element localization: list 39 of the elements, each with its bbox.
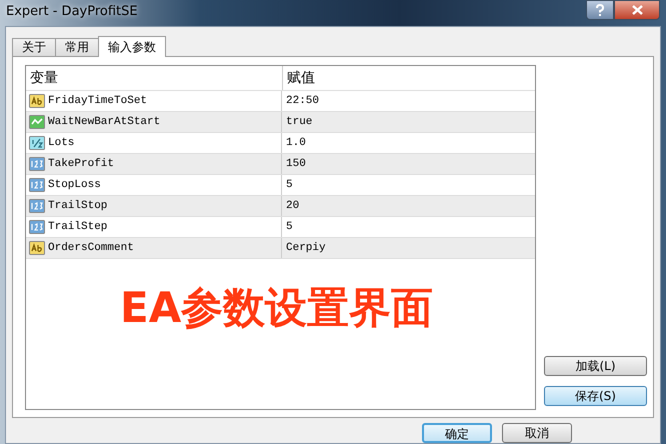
variable-name: StopLoss	[48, 179, 101, 191]
dialog-button[interactable]: 取消	[502, 423, 572, 443]
column-header: 赋值	[286, 69, 316, 88]
variable-name: OrdersComment	[48, 242, 134, 254]
fraction-type-icon	[29, 136, 45, 150]
variable-value[interactable]: 1.0	[286, 137, 306, 149]
variable-name: TrailStep	[48, 221, 108, 233]
variable-value[interactable]: 5	[286, 221, 293, 233]
variable-name: TakeProfit	[48, 158, 114, 170]
variable-name: TrailStop	[48, 200, 108, 212]
tab[interactable]: 关于	[12, 38, 56, 56]
close-icon	[632, 5, 642, 15]
checkmark-type-icon	[29, 115, 45, 129]
column-header: 变量	[26, 66, 283, 90]
variable-value[interactable]: 22:50	[286, 95, 320, 107]
variable-name: WaitNewBarAtStart	[48, 116, 160, 128]
variable-value[interactable]: 150	[286, 158, 306, 170]
number-type-icon	[29, 220, 45, 234]
number-type-icon	[29, 199, 45, 213]
side-button[interactable]: 加载(L)	[544, 356, 647, 376]
window-title: Expert - DayProfitSE	[6, 4, 138, 19]
variable-value[interactable]: 20	[286, 200, 300, 212]
text-type-icon	[29, 241, 45, 255]
number-type-icon	[29, 178, 45, 192]
variable-value[interactable]: Cerpiy	[286, 242, 326, 254]
text-type-icon	[29, 94, 45, 108]
help-button[interactable]	[586, 0, 614, 20]
tab[interactable]: 输入参数	[98, 36, 166, 57]
variable-name: FridayTimeToSet	[48, 95, 148, 107]
number-type-icon	[29, 157, 45, 171]
dialog-button[interactable]: 确定	[422, 423, 492, 443]
help-icon	[595, 4, 605, 16]
variable-name: Lots	[48, 137, 74, 149]
side-button[interactable]: 保存(S)	[544, 386, 647, 406]
variable-value[interactable]: true	[286, 116, 312, 128]
variable-value[interactable]: 5	[286, 179, 293, 191]
overlay-caption: EA参数设置界面	[120, 282, 434, 334]
close-button[interactable]	[614, 0, 660, 20]
tab[interactable]: 常用	[55, 38, 99, 56]
